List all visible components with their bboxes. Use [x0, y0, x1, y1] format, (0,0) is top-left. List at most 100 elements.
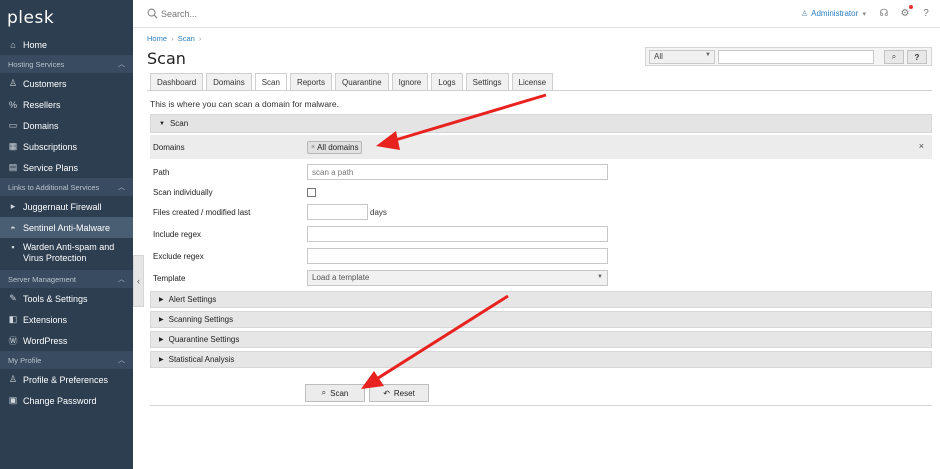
tab-scan[interactable]: Scan — [254, 73, 287, 91]
tab-license[interactable]: License — [511, 73, 554, 90]
sidebar-section-header[interactable]: Server Management ︿ — [0, 270, 133, 288]
sidebar-section-header[interactable]: My Profile ︿ — [0, 351, 133, 369]
template-select[interactable]: Load a template ▼ — [307, 270, 608, 286]
sidebar-section-header[interactable]: Links to Additional Services ︿ — [0, 178, 133, 196]
domains-row: Domains × All domains × — [150, 135, 932, 159]
section-scanning-settings[interactable]: ▶ Scanning Settings — [150, 311, 932, 328]
filter-search-input[interactable] — [718, 50, 874, 64]
profile-icon: ♙ — [8, 374, 18, 384]
tab-dashboard[interactable]: Dashboard — [150, 73, 204, 90]
sidebar-item-wordpress[interactable]: Ⓦ WordPress — [0, 330, 133, 351]
triangle-right-icon: ▶ — [159, 337, 164, 343]
reset-button[interactable]: ↶ Reset — [369, 384, 429, 402]
chevron-up-icon: ︿ — [118, 357, 125, 364]
tab-domains[interactable]: Domains — [206, 73, 252, 90]
sidebar-item-label: Home — [23, 39, 48, 50]
path-input[interactable] — [307, 164, 608, 180]
sidebar-item-sentinel-anti-malware[interactable]: ◓ Sentinel Anti-Malware — [0, 217, 133, 238]
scan-individually-row: Scan individually — [150, 185, 932, 200]
sidebar-item-warden-anti-spam-and[interactable]: ▪ Warden Anti-spam and Virus Protection — [0, 238, 133, 270]
remove-tag-icon[interactable]: × — [311, 144, 315, 151]
page-intro: This is where you can scan a domain for … — [150, 99, 339, 109]
undo-icon: ↶ — [383, 388, 390, 398]
scan-individually-checkbox[interactable] — [307, 188, 316, 197]
grid-icon: ▦ — [8, 141, 18, 151]
user-menu[interactable]: ♙ Administrator ▾ — [801, 9, 866, 18]
chevron-down-icon: ▼ — [705, 52, 711, 58]
filter-help-button[interactable]: ? — [907, 50, 927, 64]
sidebar-item-resellers[interactable]: % Resellers — [0, 94, 133, 115]
sidebar-item-label: Domains — [23, 120, 59, 131]
sidebar-section-header[interactable]: Hosting Services ︿ — [0, 55, 133, 73]
clear-domains-icon[interactable]: × — [919, 141, 924, 151]
breadcrumb: Home › Scan › — [147, 34, 932, 43]
document-icon: ▤ — [8, 162, 18, 172]
wordpress-icon: Ⓦ — [8, 336, 18, 346]
triangle-right-icon: ▶ — [159, 317, 164, 323]
days-label: days — [370, 207, 387, 217]
sidebar-section-label: Hosting Services — [8, 59, 65, 69]
include-regex-label: Include regex — [153, 229, 202, 239]
sidebar-item-service-plans[interactable]: ▤ Service Plans — [0, 157, 133, 178]
breadcrumb-home[interactable]: Home — [147, 34, 167, 43]
sidebar-item-change-password[interactable]: ▣ Change Password — [0, 390, 133, 411]
scan-section-header[interactable]: ▼ Scan — [150, 114, 932, 133]
sidebar-item-home[interactable]: ⌂ Home — [0, 34, 133, 55]
sidebar-item-tools-settings[interactable]: ✎ Tools & Settings — [0, 288, 133, 309]
sidebar-nav: ⌂ Home Hosting Services ︿ ♙ Customers% Reselle… — [0, 34, 133, 411]
days-input[interactable] — [307, 204, 368, 220]
filter-search-button[interactable]: ⌕ — [884, 50, 904, 64]
sidebar-item-profile-preferences[interactable]: ♙ Profile & Preferences — [0, 369, 133, 390]
breadcrumb-scan[interactable]: Scan — [178, 34, 195, 43]
tab-reports[interactable]: Reports — [289, 73, 332, 90]
scan-button[interactable]: ⌕ Scan — [305, 384, 365, 402]
exclude-regex-label: Exclude regex — [153, 251, 204, 261]
exclude-regex-input[interactable] — [307, 248, 608, 264]
tab-quarantine[interactable]: Quarantine — [334, 73, 389, 90]
path-label: Path — [153, 167, 170, 177]
sidebar-item-label: Tools & Settings — [23, 293, 88, 304]
tab-divider — [147, 90, 932, 91]
tab-ignore[interactable]: Ignore — [391, 73, 429, 90]
support-icon[interactable]: ☊ — [878, 7, 890, 19]
chevron-down-icon: ▾ — [862, 11, 866, 18]
sidebar-item-label: Resellers — [23, 99, 61, 110]
include-regex-input[interactable] — [307, 226, 608, 242]
filter-select[interactable]: All ▼ — [649, 50, 715, 64]
sidebar-item-extensions[interactable]: ◧ Extensions — [0, 309, 133, 330]
sidebar-item-subscriptions[interactable]: ▦ Subscriptions — [0, 136, 133, 157]
section-statistical-analysis[interactable]: ▶ Statistical Analysis — [150, 351, 932, 368]
sidebar-item-domains[interactable]: ▭ Domains — [0, 115, 133, 136]
breadcrumb-separator: › — [171, 34, 174, 43]
section-quarantine-settings[interactable]: ▶ Quarantine Settings — [150, 331, 932, 348]
sidebar-item-label: Warden Anti-spam and Virus Protection — [23, 242, 115, 263]
chevron-up-icon: ︿ — [118, 184, 125, 191]
tab-settings[interactable]: Settings — [465, 73, 509, 90]
plesk-logo[interactable]: plesk — [0, 0, 133, 34]
triangle-right-icon: ▶ — [159, 297, 164, 303]
exclude-regex-row: Exclude regex — [150, 247, 932, 265]
global-search-input[interactable] — [161, 6, 361, 22]
scan-individually-label: Scan individually — [153, 188, 213, 197]
puzzle-icon: ◧ — [8, 314, 18, 324]
list-filter: All ▼ ⌕ ? — [645, 47, 932, 66]
sidebar-item-juggernaut-firewall[interactable]: ▸ Juggernaut Firewall — [0, 196, 133, 217]
search-icon — [147, 8, 158, 19]
help-icon[interactable]: ? — [920, 7, 932, 19]
help-icon: ? — [914, 52, 920, 62]
path-row: Path — [150, 163, 932, 181]
section-alert-settings[interactable]: ▶ Alert Settings — [150, 291, 932, 308]
triangle-right-icon: ▶ — [159, 357, 164, 363]
domain-tag[interactable]: × All domains — [307, 140, 363, 154]
notifications-icon[interactable]: ⚙ — [899, 5, 913, 19]
arrow-icon: ▸ — [10, 201, 16, 211]
scan-form: ▼Scan Domains ×All domains × Path Scan i… — [150, 114, 932, 368]
sidebar: plesk ⌂ Home Hosting Services ︿ ♙ Customers% R… — [0, 0, 133, 469]
tab-bar: Dashboard Domains Scan Reports Quarantine Ign… — [150, 73, 554, 91]
tab-logs[interactable]: Logs — [431, 73, 463, 90]
search-icon: ⌕ — [891, 52, 897, 61]
sidebar-item-customers[interactable]: ♙ Customers — [0, 73, 133, 94]
sidebar-collapse-handle[interactable]: ‹ — [133, 255, 144, 307]
sidebar-section-label: Links to Additional Services — [8, 182, 100, 192]
sidebar-item-label: Change Password — [23, 395, 97, 406]
